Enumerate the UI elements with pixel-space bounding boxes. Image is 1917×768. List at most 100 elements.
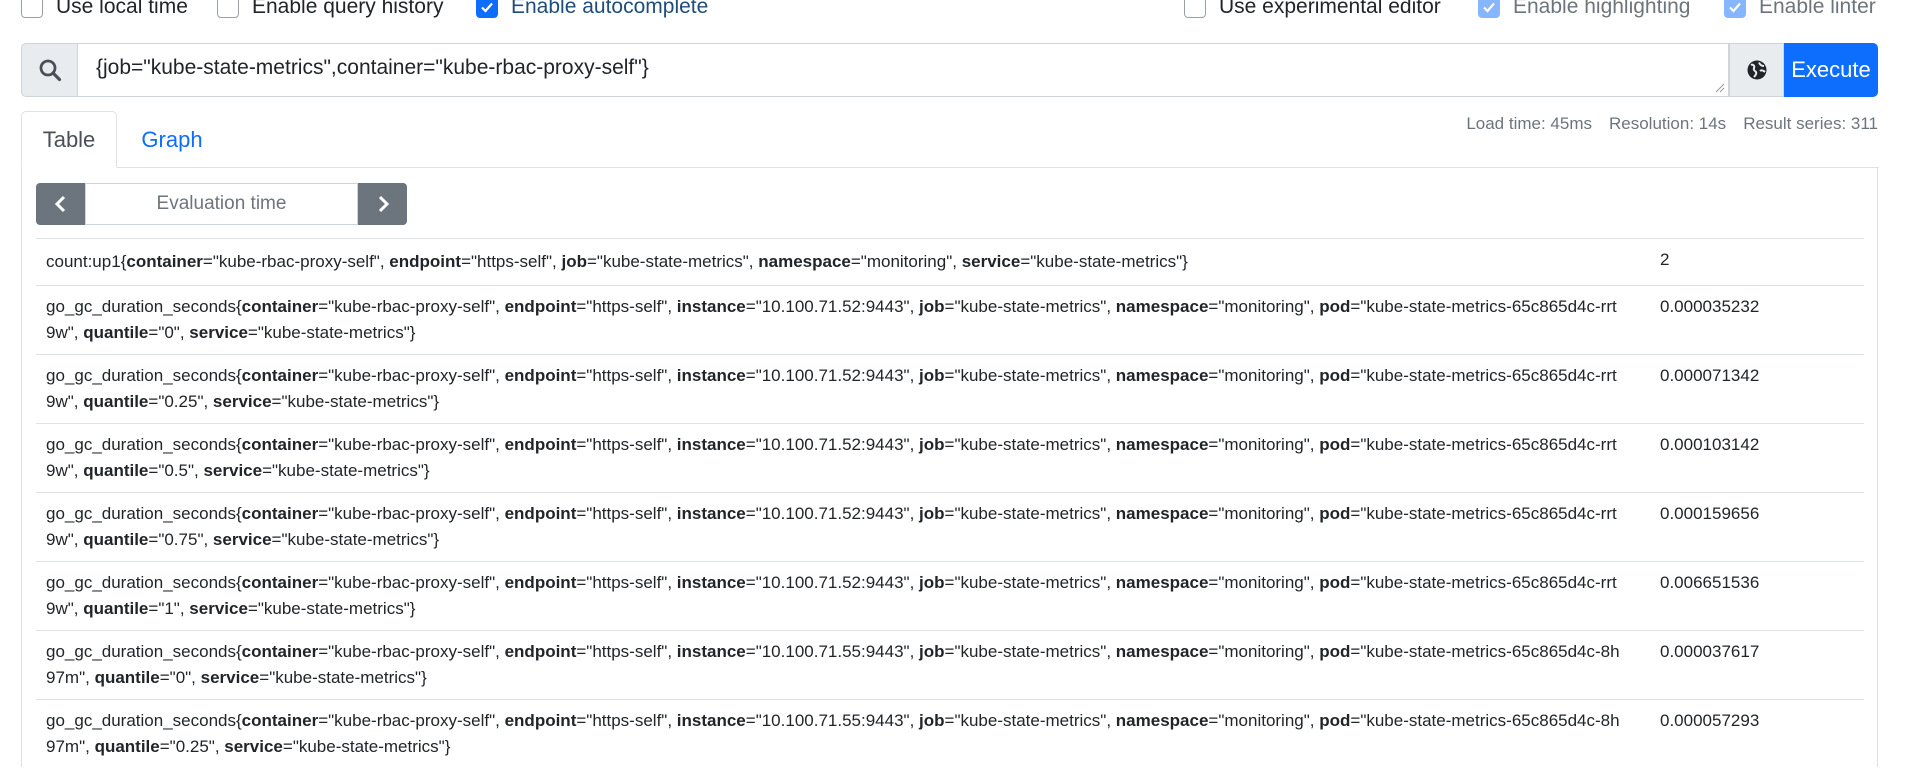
label-key: service (961, 252, 1021, 271)
label-key: quantile (94, 737, 160, 756)
label-key: job (919, 642, 945, 661)
use-local-time-option[interactable]: Use local time (21, 0, 188, 18)
label-key: quantile (83, 323, 149, 342)
series-value: 0.000037617 (1660, 642, 1760, 661)
execute-button[interactable]: Execute (1784, 43, 1878, 97)
label-value: ="kube-state-metrics" (247, 323, 410, 342)
label-value: ="kube-rbac-proxy-self", (318, 297, 505, 316)
enable-autocomplete-label: Enable autocomplete (511, 0, 709, 18)
label-key: endpoint (504, 504, 577, 523)
series-name: go_gc_duration_seconds{container="kube-r… (46, 297, 1617, 342)
results-table: count:up1{container="kube-rbac-proxy-sel… (36, 238, 1864, 768)
label-key: instance (676, 435, 746, 454)
label-value: ="https-self", (576, 711, 677, 730)
label-key: namespace (1115, 435, 1209, 454)
label-key: namespace (758, 252, 851, 271)
label-key: container (241, 711, 319, 730)
label-value: ="kube-rbac-proxy-self", (318, 573, 505, 592)
label-value: ="kube-rbac-proxy-self", (318, 642, 505, 661)
label-key: service (212, 530, 272, 549)
label-value: ="kube-rbac-proxy-self", (202, 252, 390, 271)
label-key: job (561, 252, 587, 271)
use-local-time-label: Use local time (56, 0, 188, 18)
label-value: ="1", (148, 599, 190, 618)
label-key: pod (1319, 435, 1351, 454)
enable-autocomplete-option[interactable]: Enable autocomplete (476, 0, 708, 18)
series-value: 2 (1660, 250, 1670, 269)
chevron-right-icon (378, 195, 389, 213)
label-value: ="10.100.71.52:9443", (745, 573, 920, 592)
series-name: go_gc_duration_seconds{container="kube-r… (46, 573, 1617, 618)
label-value: ="https-self", (576, 435, 677, 454)
label-key: endpoint (504, 297, 577, 316)
label-value: ="10.100.71.52:9443", (745, 297, 920, 316)
label-value: ="kube-rbac-proxy-self", (318, 504, 505, 523)
metric-name: go_gc_duration_seconds (46, 642, 236, 661)
evaluation-time-input[interactable]: Evaluation time (85, 183, 358, 225)
evaluation-time-control: Evaluation time (36, 183, 407, 225)
label-key: endpoint (504, 366, 577, 385)
globe-icon (1747, 60, 1766, 80)
label-key: instance (676, 504, 746, 523)
label-value: ="monitoring", (1208, 573, 1320, 592)
tab-graph[interactable]: Graph (117, 111, 227, 168)
options-bar: Use local time Enable query history Enab… (0, 0, 1917, 22)
label-key: namespace (1115, 711, 1209, 730)
enable-linter-option[interactable]: Enable linter (1724, 0, 1876, 18)
use-experimental-editor-checkbox[interactable] (1184, 0, 1206, 18)
label-key: endpoint (504, 642, 577, 661)
expression-input[interactable]: {job="kube-state-metrics",container="kub… (78, 43, 1729, 97)
label-value: ="https-self", (576, 504, 677, 523)
label-value: ="10.100.71.55:9443", (745, 711, 920, 730)
use-experimental-editor-option[interactable]: Use experimental editor (1184, 0, 1441, 18)
label-value: ="monitoring", (1208, 435, 1320, 454)
label-value: ="kube-state-metrics", (944, 573, 1116, 592)
label-key: pod (1319, 297, 1351, 316)
enable-autocomplete-checkbox[interactable] (476, 0, 498, 18)
panel-border-left (21, 167, 22, 767)
next-time-button[interactable] (358, 183, 407, 225)
check-icon (1729, 2, 1741, 13)
label-value: ="kube-rbac-proxy-self", (318, 435, 505, 454)
resize-handle-icon[interactable] (1715, 83, 1725, 93)
enable-highlighting-label: Enable highlighting (1513, 0, 1691, 18)
series-value: 0.000159656 (1660, 504, 1760, 523)
enable-highlighting-option[interactable]: Enable highlighting (1478, 0, 1690, 18)
enable-highlighting-checkbox[interactable] (1478, 0, 1500, 18)
previous-time-button[interactable] (36, 183, 85, 225)
label-value: ="monitoring", (1208, 711, 1320, 730)
result-series: Result series: 311 (1743, 114, 1878, 133)
search-icon (21, 43, 78, 97)
series-value: 0.000071342 (1660, 366, 1760, 385)
series-name: go_gc_duration_seconds{container="kube-r… (46, 711, 1620, 756)
label-value: ="10.100.71.52:9443", (745, 435, 920, 454)
label-key: instance (676, 297, 746, 316)
enable-linter-checkbox[interactable] (1724, 0, 1746, 18)
check-icon (481, 2, 493, 13)
label-value: ="kube-state-metrics" (271, 392, 434, 411)
metric-name: go_gc_duration_seconds (46, 435, 236, 454)
label-key: pod (1319, 642, 1351, 661)
label-key: pod (1319, 504, 1351, 523)
table-row: go_gc_duration_seconds{container="kube-r… (36, 630, 1864, 699)
use-local-time-checkbox[interactable] (21, 0, 43, 18)
label-key: job (919, 297, 945, 316)
enable-query-history-checkbox[interactable] (217, 0, 239, 18)
tab-table[interactable]: Table (21, 111, 117, 168)
table-row: count:up1{container="kube-rbac-proxy-sel… (36, 238, 1864, 285)
series-name: go_gc_duration_seconds{container="kube-r… (46, 366, 1617, 411)
metrics-explorer-button[interactable] (1729, 43, 1784, 97)
label-value: ="0", (159, 668, 201, 687)
series-name: go_gc_duration_seconds{container="kube-r… (46, 504, 1617, 549)
check-icon (1483, 2, 1495, 13)
label-value: ="0.25", (159, 737, 225, 756)
enable-query-history-option[interactable]: Enable query history (217, 0, 443, 18)
metric-name: go_gc_duration_seconds (46, 297, 236, 316)
series-name: count:up1{container="kube-rbac-proxy-sel… (46, 252, 1188, 271)
label-key: pod (1319, 366, 1351, 385)
label-key: service (189, 599, 248, 618)
series-value: 0.000057293 (1660, 711, 1760, 730)
label-key: endpoint (504, 711, 577, 730)
label-value: ="monitoring", (1208, 297, 1320, 316)
label-key: namespace (1115, 642, 1209, 661)
